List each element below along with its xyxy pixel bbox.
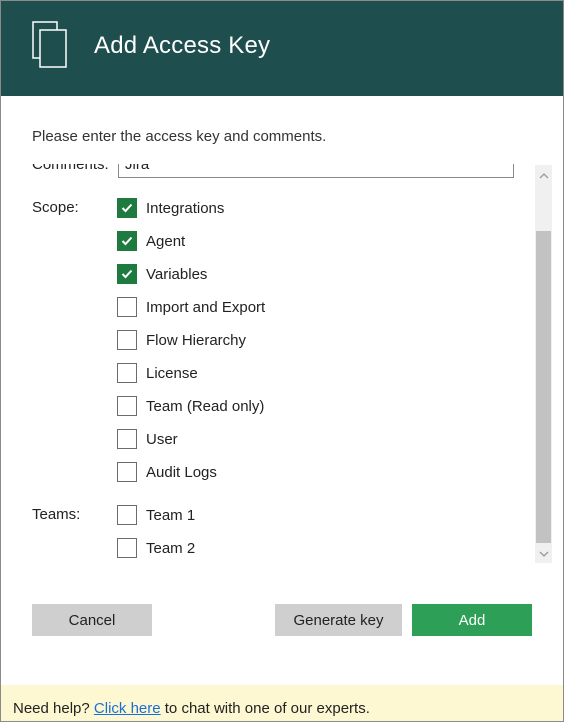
- checkbox-box[interactable]: [117, 231, 137, 251]
- chevron-up-icon[interactable]: [535, 167, 552, 184]
- add-button[interactable]: Add: [412, 604, 532, 636]
- help-footer: Need help? Click here to chat with one o…: [1, 685, 563, 721]
- checkbox-label: Integrations: [146, 199, 225, 217]
- checkmark-icon: [121, 203, 133, 213]
- scope-flow-hierarchy-checkbox[interactable]: Flow Hierarchy: [117, 328, 246, 352]
- intro-text: Please enter the access key and comments…: [32, 128, 327, 145]
- form-scroll-area[interactable]: Comments: Jira Scope: Integrations Agent…: [1, 164, 533, 564]
- checkbox-label: Team (Read only): [146, 397, 265, 415]
- team-2-checkbox[interactable]: Team 2: [117, 536, 195, 560]
- help-suffix: to chat with one of our experts.: [160, 700, 370, 717]
- scope-license-checkbox[interactable]: License: [117, 361, 198, 385]
- checkbox-box[interactable]: [117, 363, 137, 383]
- scope-team-read-only-checkbox[interactable]: Team (Read only): [117, 394, 264, 418]
- chat-link[interactable]: Click here: [94, 700, 161, 717]
- checkbox-label: Audit Logs: [146, 463, 217, 481]
- dialog-title: Add Access Key: [94, 32, 271, 59]
- checkbox-box[interactable]: [117, 396, 137, 416]
- checkmark-icon: [121, 269, 133, 279]
- checkbox-label: User: [146, 430, 178, 448]
- checkbox-box[interactable]: [117, 297, 137, 317]
- checkbox-box[interactable]: [117, 429, 137, 449]
- checkbox-label: Agent: [146, 232, 186, 250]
- checkbox-box[interactable]: [117, 330, 137, 350]
- generate-key-button[interactable]: Generate key: [275, 604, 402, 636]
- help-text: Need help? Click here to chat with one o…: [13, 700, 370, 717]
- vertical-scrollbar[interactable]: [535, 165, 552, 563]
- checkbox-box[interactable]: [117, 538, 137, 558]
- comments-input[interactable]: Jira: [118, 164, 514, 178]
- checkmark-icon: [121, 236, 133, 246]
- checkbox-box[interactable]: [117, 462, 137, 482]
- teams-label: Teams:: [32, 506, 81, 523]
- checkbox-label: Import and Export: [146, 298, 266, 316]
- scrollbar-thumb[interactable]: [536, 231, 551, 543]
- scope-label: Scope:: [32, 199, 79, 216]
- checkbox-box[interactable]: [117, 505, 137, 525]
- checkbox-label: Team 1: [146, 506, 196, 524]
- checkbox-label: License: [146, 364, 198, 382]
- scope-import-export-checkbox[interactable]: Import and Export: [117, 295, 265, 319]
- scope-variables-checkbox[interactable]: Variables: [117, 262, 207, 286]
- scope-integrations-checkbox[interactable]: Integrations: [117, 196, 224, 220]
- chevron-down-icon[interactable]: [535, 546, 552, 563]
- help-prefix: Need help?: [13, 700, 94, 717]
- checkbox-box[interactable]: [117, 264, 137, 284]
- scope-audit-logs-checkbox[interactable]: Audit Logs: [117, 460, 217, 484]
- comments-label: Comments:: [32, 164, 109, 173]
- scope-user-checkbox[interactable]: User: [117, 427, 178, 451]
- dialog-header: Add Access Key: [1, 1, 563, 96]
- checkbox-label: Team 2: [146, 539, 196, 557]
- documents-icon: [32, 21, 67, 68]
- team-1-checkbox[interactable]: Team 1: [117, 503, 195, 527]
- checkbox-label: Variables: [146, 265, 208, 283]
- cancel-button[interactable]: Cancel: [32, 604, 152, 636]
- checkbox-box[interactable]: [117, 198, 137, 218]
- checkbox-label: Flow Hierarchy: [146, 331, 247, 349]
- scope-agent-checkbox[interactable]: Agent: [117, 229, 185, 253]
